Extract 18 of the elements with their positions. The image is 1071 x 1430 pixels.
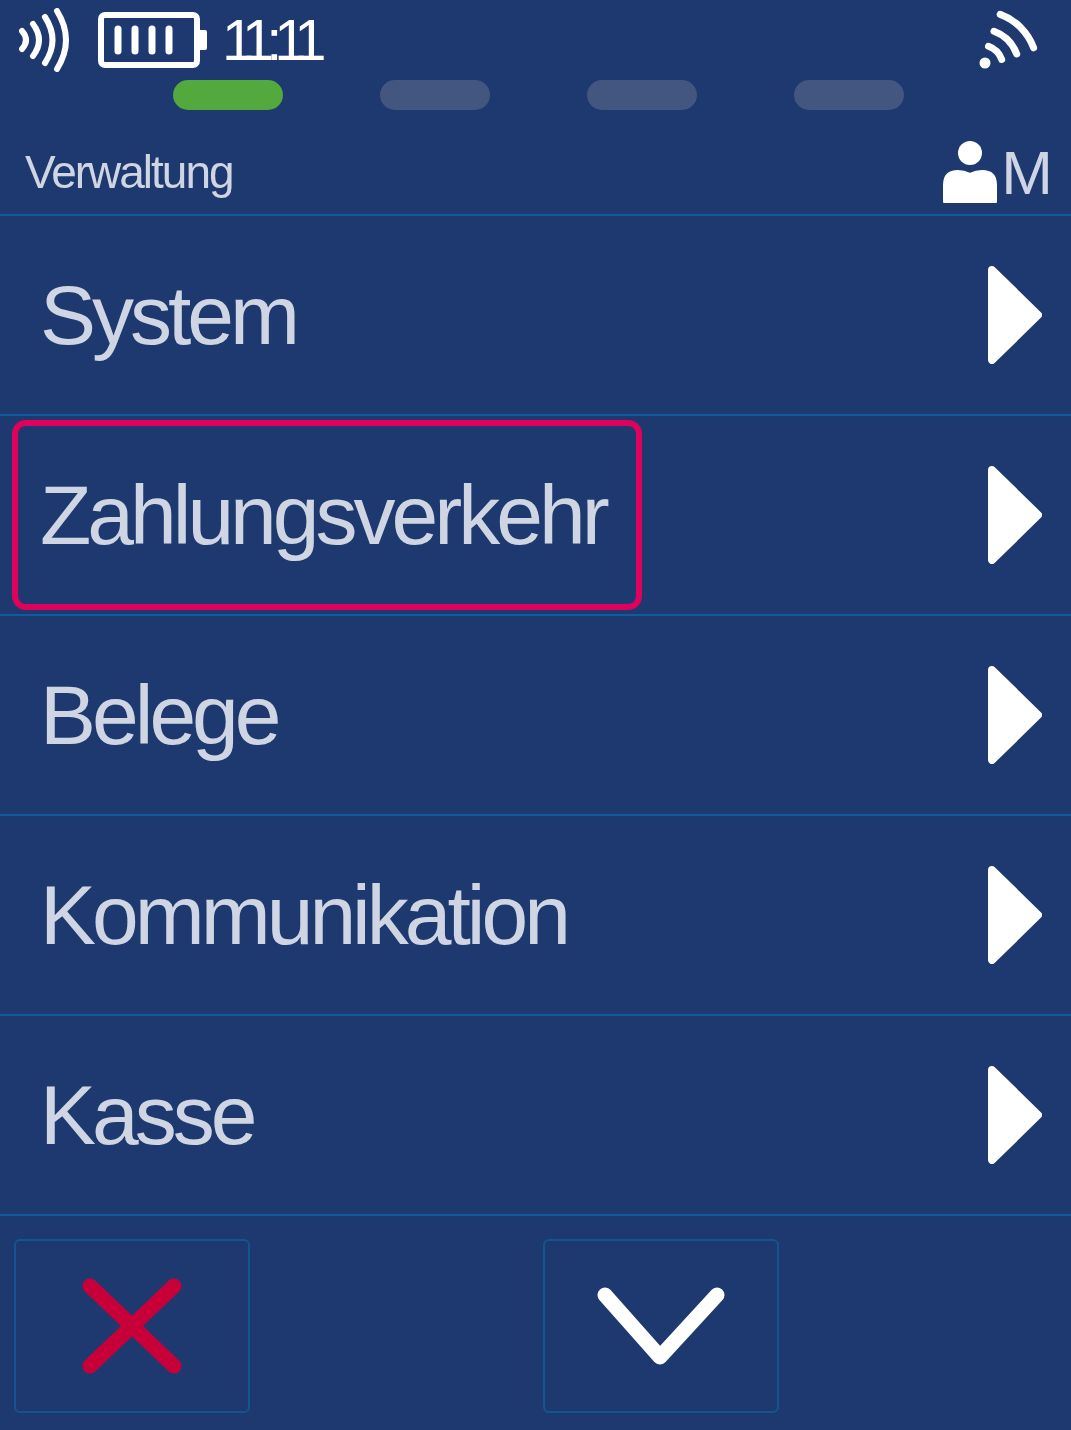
user-icon — [941, 140, 998, 204]
arrow-icon — [988, 266, 1042, 364]
arrow-icon — [988, 666, 1042, 764]
menu-item[interactable]: Kasse — [12, 1020, 290, 1210]
arrow-icon — [988, 466, 1042, 564]
menu-item[interactable]: Kommunikation — [12, 820, 603, 1010]
check-icon — [597, 1287, 725, 1365]
confirm-button[interactable] — [543, 1239, 779, 1413]
clock-time: 11:11 — [222, 11, 319, 69]
cross-icon — [82, 1278, 182, 1374]
arrow-icon — [988, 1066, 1042, 1164]
menu-item[interactable]: Belege — [12, 620, 314, 810]
user-initial: M — [1001, 142, 1053, 204]
nfc-icon — [18, 8, 70, 72]
menu-item[interactable]: System — [12, 220, 333, 410]
battery-icon — [98, 12, 210, 68]
menu-item[interactable]: Zahlungsverkehr — [12, 420, 642, 610]
arrow-icon — [988, 866, 1042, 964]
